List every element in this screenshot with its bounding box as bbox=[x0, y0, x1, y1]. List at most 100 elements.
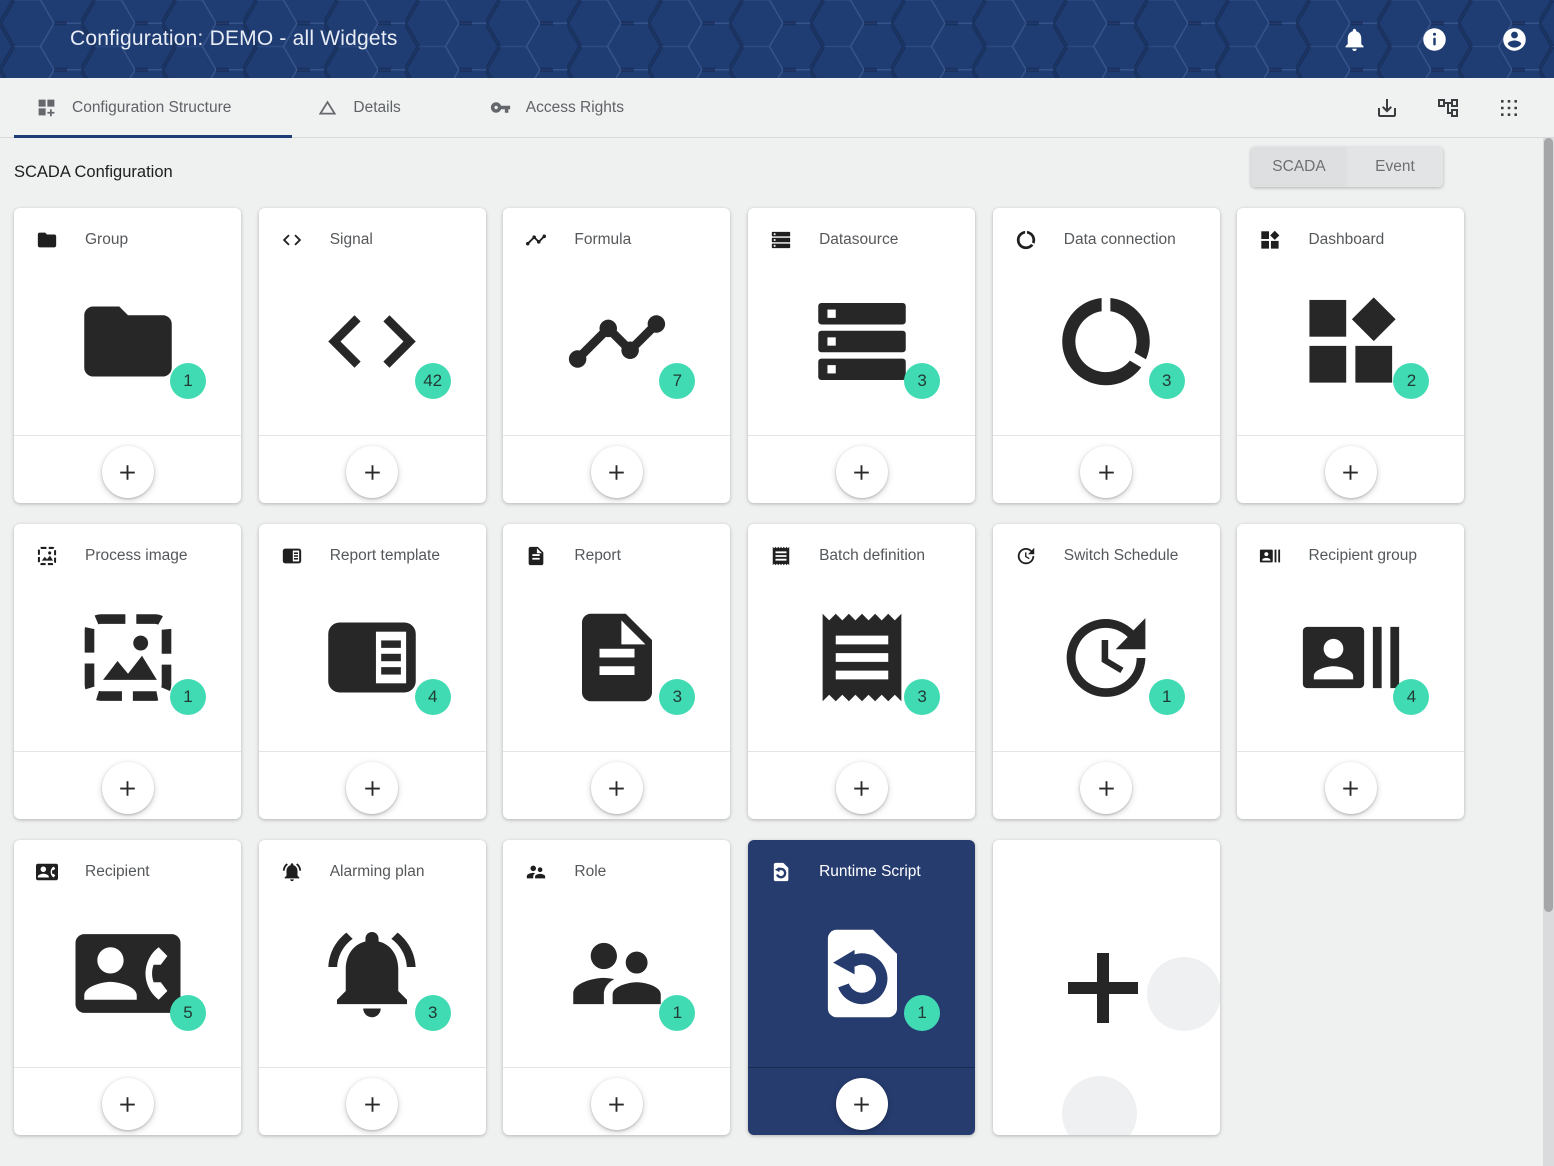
count-badge: 3 bbox=[659, 679, 695, 715]
widget-card-alarming-plan[interactable]: Alarming plan 3 bbox=[259, 840, 486, 1135]
widget-card-process-image[interactable]: Process image1 bbox=[14, 524, 241, 819]
batch-definition-icon bbox=[809, 605, 914, 710]
info-icon[interactable] bbox=[1421, 26, 1448, 53]
card-label: Group bbox=[85, 231, 128, 249]
widget-card-data-connection[interactable]: Data connection3 bbox=[993, 208, 1220, 503]
widget-card-datasource[interactable]: Datasource 3 bbox=[748, 208, 975, 503]
code-icon bbox=[320, 289, 425, 394]
card-header: Alarming plan bbox=[281, 861, 425, 883]
widget-card-recipient-group[interactable]: Recipient group 4 bbox=[1237, 524, 1464, 819]
card-label: Signal bbox=[330, 231, 373, 249]
card-label: Datasource bbox=[819, 231, 898, 249]
tab-details[interactable]: Details bbox=[283, 78, 434, 137]
card-label: Report template bbox=[330, 547, 440, 565]
add-button[interactable] bbox=[102, 446, 154, 498]
ghost-circle bbox=[1147, 957, 1220, 1031]
add-button[interactable] bbox=[346, 762, 398, 814]
widget-card-switch-schedule[interactable]: Switch Schedule1 bbox=[993, 524, 1220, 819]
card-actions bbox=[503, 436, 730, 503]
widget-card-role[interactable]: Role 1 bbox=[503, 840, 730, 1135]
widget-card-signal[interactable]: Signal42 bbox=[259, 208, 486, 503]
report-icon bbox=[564, 605, 669, 710]
card-actions bbox=[1237, 752, 1464, 819]
card-header: Role bbox=[525, 861, 606, 883]
add-button[interactable] bbox=[346, 446, 398, 498]
add-button[interactable] bbox=[1080, 762, 1132, 814]
add-button[interactable] bbox=[1325, 762, 1377, 814]
scrollbar-track[interactable] bbox=[1543, 138, 1554, 1166]
toggle-option-scada[interactable]: SCADA bbox=[1251, 147, 1347, 187]
count-badge: 3 bbox=[904, 363, 940, 399]
add-button[interactable] bbox=[836, 446, 888, 498]
add-button[interactable] bbox=[1325, 446, 1377, 498]
tab-configuration-structure[interactable]: Configuration Structure bbox=[0, 78, 259, 137]
recipient-icon bbox=[75, 921, 180, 1026]
widget-card-report-template[interactable]: Report template4 bbox=[259, 524, 486, 819]
switch-schedule-icon bbox=[1054, 605, 1159, 710]
timeline-icon bbox=[525, 229, 547, 251]
widget-card-batch-definition[interactable]: Batch definition 3 bbox=[748, 524, 975, 819]
add-button[interactable] bbox=[102, 762, 154, 814]
grid-view-icon[interactable] bbox=[1497, 96, 1521, 120]
add-button[interactable] bbox=[836, 762, 888, 814]
card-header: Process image bbox=[36, 545, 188, 567]
card-header: Datasource bbox=[770, 229, 898, 251]
download-icon[interactable] bbox=[1375, 96, 1399, 120]
card-header: Group bbox=[36, 229, 128, 251]
folder-icon bbox=[75, 289, 180, 394]
count-badge: 4 bbox=[1393, 679, 1429, 715]
scrollbar-thumb[interactable] bbox=[1544, 138, 1553, 912]
scada-event-toggle: SCADA Event bbox=[1251, 147, 1443, 187]
add-button[interactable] bbox=[346, 1078, 398, 1130]
add-button[interactable] bbox=[591, 762, 643, 814]
page-title: Configuration: DEMO - all Widgets bbox=[70, 27, 398, 51]
card-actions bbox=[1237, 436, 1464, 503]
add-button[interactable] bbox=[836, 1078, 888, 1130]
tab-access-rights[interactable]: Access Rights bbox=[456, 78, 658, 137]
card-label: Data connection bbox=[1064, 231, 1176, 249]
batch-definition-icon bbox=[770, 545, 792, 567]
account-icon[interactable] bbox=[1501, 26, 1528, 53]
card-label: Process image bbox=[85, 547, 188, 565]
widget-card-report[interactable]: Report 3 bbox=[503, 524, 730, 819]
card-header: Report bbox=[525, 545, 621, 567]
card-header: Batch definition bbox=[770, 545, 925, 567]
card-header: Recipient group bbox=[1259, 545, 1417, 567]
card-label: Recipient bbox=[85, 863, 150, 881]
card-header: Signal bbox=[281, 229, 373, 251]
widget-card-group[interactable]: Group1 bbox=[14, 208, 241, 503]
card-actions bbox=[503, 752, 730, 819]
count-badge: 1 bbox=[904, 995, 940, 1031]
access-rights-icon bbox=[490, 97, 511, 118]
card-actions bbox=[14, 436, 241, 503]
widget-card-recipient[interactable]: Recipient5 bbox=[14, 840, 241, 1135]
recipient-group-icon bbox=[1298, 605, 1403, 710]
add-button[interactable] bbox=[102, 1078, 154, 1130]
add-widget-card[interactable] bbox=[993, 840, 1220, 1135]
report-template-icon bbox=[281, 545, 303, 567]
details-icon bbox=[317, 97, 338, 118]
count-badge: 7 bbox=[659, 363, 695, 399]
widget-card-dashboard[interactable]: Dashboard2 bbox=[1237, 208, 1464, 503]
add-button[interactable] bbox=[591, 1078, 643, 1130]
card-label: Dashboard bbox=[1308, 231, 1384, 249]
toggle-option-event[interactable]: Event bbox=[1347, 147, 1443, 187]
tree-view-icon[interactable] bbox=[1436, 96, 1460, 120]
card-header: Switch Schedule bbox=[1015, 545, 1179, 567]
process-image-icon bbox=[36, 545, 58, 567]
count-badge: 3 bbox=[904, 679, 940, 715]
notifications-icon[interactable] bbox=[1341, 26, 1368, 53]
switch-schedule-icon bbox=[1015, 545, 1037, 567]
active-tab-indicator bbox=[14, 135, 292, 138]
recipient-group-icon bbox=[1259, 545, 1281, 567]
widget-card-formula[interactable]: Formula7 bbox=[503, 208, 730, 503]
card-label: Recipient group bbox=[1308, 547, 1417, 565]
count-badge: 1 bbox=[659, 995, 695, 1031]
card-actions bbox=[259, 436, 486, 503]
add-button[interactable] bbox=[1080, 446, 1132, 498]
widget-card-runtime-script[interactable]: Runtime Script1 bbox=[748, 840, 975, 1135]
add-button[interactable] bbox=[591, 446, 643, 498]
count-badge: 3 bbox=[415, 995, 451, 1031]
card-actions bbox=[993, 752, 1220, 819]
plus-icon bbox=[1068, 953, 1138, 1023]
